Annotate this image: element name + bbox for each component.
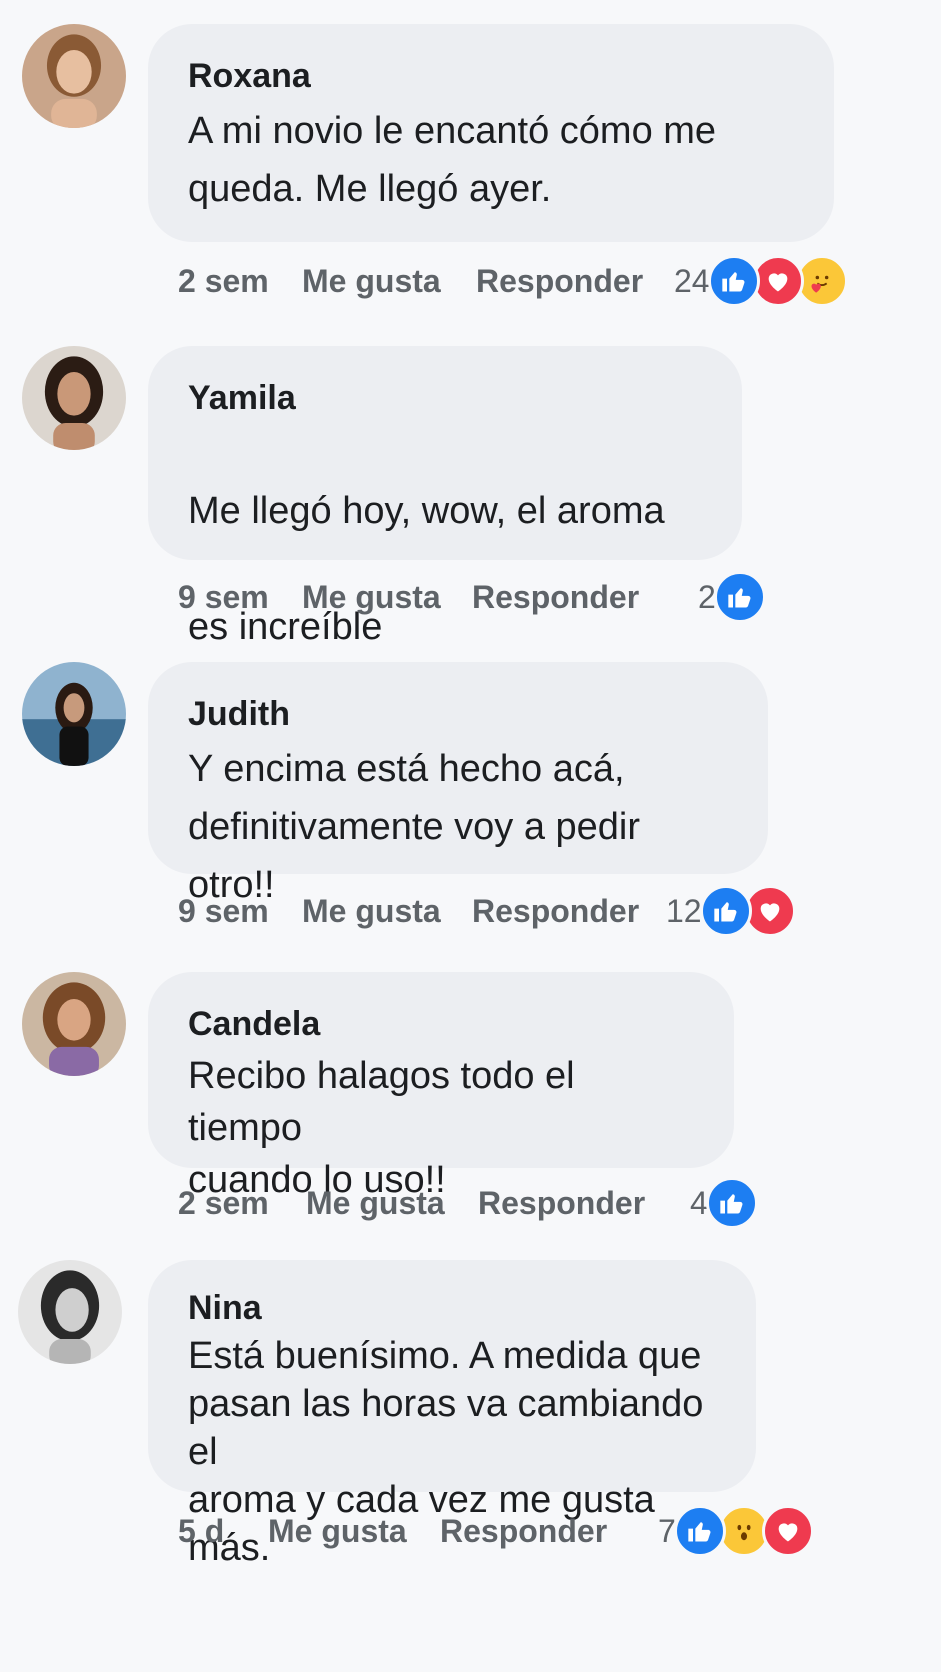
- comment-text: A mi novio le encantó cómo me queda. Me …: [188, 110, 717, 210]
- like-icon: [705, 1177, 758, 1229]
- comment-bubble: Candela Recibo halagos todo el tiempo cu…: [148, 972, 734, 1201]
- reaction-summary[interactable]: 2: [698, 571, 766, 623]
- love-icon: [761, 1505, 814, 1557]
- avatar[interactable]: [18, 1260, 122, 1364]
- like-button[interactable]: Me gusta: [302, 263, 476, 300]
- avatar[interactable]: [22, 346, 126, 450]
- reply-button[interactable]: Responder: [440, 1513, 607, 1550]
- avatar[interactable]: [22, 972, 126, 1076]
- comment-text-line: Me llegó hoy, wow, el aroma: [188, 490, 665, 532]
- comment-bubble: Nina Está buenísimo. A medida que pasan …: [148, 1260, 756, 1569]
- reaction-count: 12: [666, 892, 702, 929]
- reply-button[interactable]: Responder: [472, 579, 639, 616]
- reaction-count: 24: [674, 262, 710, 299]
- comment-time[interactable]: 2 sem: [178, 1185, 306, 1222]
- reply-button[interactable]: Responder: [472, 893, 639, 930]
- comment-author[interactable]: Nina: [188, 1288, 716, 1328]
- reaction-summary[interactable]: 24: [674, 255, 848, 307]
- avatar[interactable]: [22, 662, 126, 766]
- comment-time[interactable]: 9 sem: [178, 579, 302, 616]
- comment-author[interactable]: Candela: [188, 1004, 694, 1044]
- like-button[interactable]: Me gusta: [268, 1513, 440, 1550]
- reaction-summary[interactable]: 4: [690, 1177, 758, 1229]
- comment-author[interactable]: Judith: [188, 694, 728, 734]
- comment-time[interactable]: 2 sem: [178, 263, 302, 300]
- comment-author[interactable]: Roxana: [188, 56, 794, 96]
- like-button[interactable]: Me gusta: [302, 893, 472, 930]
- reaction-summary[interactable]: 12: [666, 885, 796, 937]
- reaction-summary[interactable]: 7: [658, 1505, 814, 1557]
- like-icon: [699, 885, 752, 937]
- reply-button[interactable]: Responder: [476, 263, 643, 300]
- reply-button[interactable]: Responder: [478, 1185, 645, 1222]
- comment-time[interactable]: 9 sem: [178, 893, 302, 930]
- like-icon: [673, 1505, 726, 1557]
- comment-bubble: Yamila Me llegó hoy, wow, el aroma es in…: [148, 346, 742, 702]
- like-button[interactable]: Me gusta: [302, 579, 472, 616]
- like-button[interactable]: Me gusta: [306, 1185, 478, 1222]
- like-icon: [713, 571, 766, 623]
- like-icon: [707, 255, 760, 307]
- comment-bubble: Judith Y encima está hecho acá, definiti…: [148, 662, 768, 906]
- comment-bubble: Roxana A mi novio le encantó cómo me que…: [148, 24, 834, 242]
- comment-author[interactable]: Yamila: [188, 378, 702, 418]
- avatar[interactable]: [22, 24, 126, 128]
- comment-time[interactable]: 5 d: [178, 1513, 268, 1550]
